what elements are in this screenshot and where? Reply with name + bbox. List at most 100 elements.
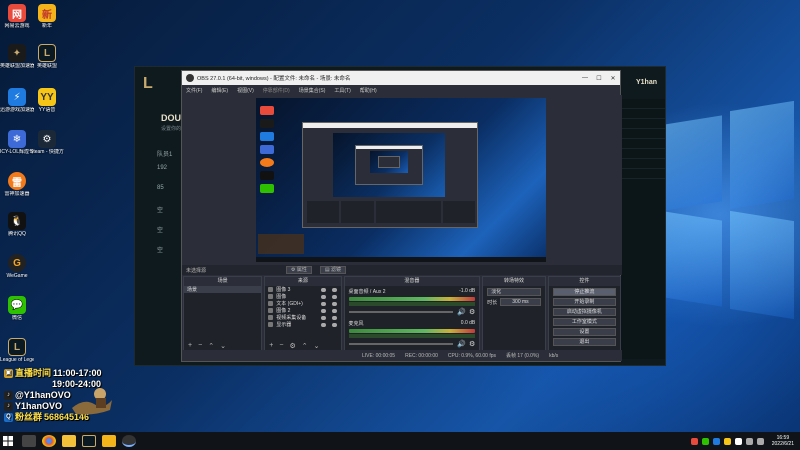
settings-button[interactable]: 设置 (552, 328, 617, 336)
exit-button[interactable]: 退出 (552, 338, 617, 346)
scene-item[interactable]: 场景 (184, 286, 262, 293)
menu-help[interactable]: 帮助(H) (360, 87, 377, 94)
remove-icon[interactable]: − (279, 342, 283, 349)
clock[interactable]: 16:59 2022/6/21 (772, 435, 794, 447)
eye-icon[interactable] (320, 315, 326, 320)
wegame-icon: G (8, 254, 26, 272)
tray-app-icon[interactable] (723, 437, 731, 445)
desktop-icon-yy[interactable]: YY YY语音 (30, 88, 64, 113)
obs-window[interactable]: OBS 27.0.1 (64-bit, windows) - 配置文件: 未命名… (181, 70, 622, 362)
lock-icon[interactable] (331, 287, 337, 292)
mixer-track: 桌面音频 / Aux 2 -1.0 dB 🔊 ⚙ (348, 288, 476, 316)
desktop-icon-leishen[interactable]: 雷 雷神加速器 (0, 172, 34, 197)
desktop-icon-league[interactable]: L League of Legends (0, 338, 34, 363)
menu-file[interactable]: 文件(F) (186, 87, 202, 94)
obs-source-toolbar: 未选择源 ⚙ 属性 ▤ 滤镜 (182, 265, 622, 275)
studio-mode-button[interactable]: 工作室模式 (552, 318, 617, 326)
gear-icon[interactable]: ⚙ (289, 342, 295, 350)
file-explorer-icon[interactable] (62, 435, 76, 447)
taskview-icon[interactable] (22, 435, 36, 447)
minimize-icon[interactable]: — (578, 75, 592, 82)
source-item[interactable]: 文本 (GDI+) (265, 300, 340, 307)
speaker-icon[interactable]: 🔊 (457, 340, 466, 348)
tray-app-icon[interactable] (734, 437, 742, 445)
desktop-icon-wechat[interactable]: 💬 微信 (0, 296, 34, 321)
volume-slider[interactable] (348, 311, 454, 313)
tray-app-icon[interactable] (701, 437, 709, 445)
bitrate: kb/s (549, 352, 559, 359)
speaker-icon[interactable]: 🔊 (457, 308, 466, 316)
obs-preview-area[interactable] (182, 95, 622, 265)
tiktok-icon: ♪ (4, 402, 13, 411)
eye-icon[interactable] (320, 322, 326, 327)
menu-scene-collection[interactable]: 场景集合(S) (299, 87, 326, 94)
schedule-time-1: 11:00-17:00 (53, 368, 102, 378)
start-recording-button[interactable]: 开始录制 (552, 298, 617, 306)
transition-select[interactable]: 淡化 (487, 288, 541, 296)
lock-icon[interactable] (331, 294, 337, 299)
desktop-icon-lol-accelerator[interactable]: ✦ 英雄联盟加速器 (0, 44, 34, 69)
audio-meter (348, 297, 476, 301)
down-icon[interactable]: ⌄ (314, 342, 320, 350)
add-icon[interactable]: + (269, 342, 273, 349)
filters-button[interactable]: ▤ 滤镜 (319, 266, 347, 274)
eye-icon[interactable] (320, 294, 326, 299)
eye-icon[interactable] (320, 308, 326, 313)
volume-icon[interactable] (756, 437, 764, 445)
lock-icon[interactable] (331, 322, 337, 327)
obs-taskbar-icon[interactable] (122, 435, 136, 447)
league-of-legends-icon[interactable] (82, 435, 96, 447)
properties-button[interactable]: ⚙ 属性 (286, 266, 312, 274)
source-item[interactable]: 显示器 (265, 321, 340, 328)
desktop-icon-new-year[interactable]: 新 新年 (30, 4, 64, 29)
obs-title-bar[interactable]: OBS 27.0.1 (64-bit, windows) - 配置文件: 未命名… (182, 71, 620, 85)
desktop-icon-icy-lol[interactable]: ❄ ICY-LOL辉煌专用版 (0, 130, 34, 155)
close-icon[interactable]: ✕ (606, 75, 620, 82)
lock-icon[interactable] (331, 315, 337, 320)
add-icon[interactable]: + (188, 342, 192, 349)
desktop-icon-wegame[interactable]: G WeGame (0, 254, 34, 279)
transitions-header: 转场特效 (483, 277, 545, 286)
duration-input[interactable]: 300 ms (500, 298, 541, 306)
gear-icon[interactable]: ⚙ (469, 308, 475, 316)
source-item[interactable]: 图像 3 (265, 286, 340, 293)
obs-docks: 场景 场景 + − ⌃ ⌄ 来源 图像 3 图像 文本 (GDI+) 图像 2 视频… (182, 276, 622, 351)
desktop-icon-xunyou[interactable]: ⚡ 迅游游戏加速器 (0, 88, 34, 113)
up-icon[interactable]: ⌃ (302, 342, 308, 350)
new-year-badge-icon[interactable] (102, 435, 116, 447)
start-virtual-camera-button[interactable]: 启动虚拟摄像机 (552, 308, 617, 316)
up-icon[interactable]: ⌃ (208, 342, 214, 350)
source-item[interactable]: 图像 (265, 293, 340, 300)
gear-icon[interactable]: ⚙ (469, 340, 475, 348)
remove-icon[interactable]: − (198, 342, 202, 349)
desktop-icon-steam[interactable]: ⚙ Steam - 快捷方式 (30, 130, 64, 155)
volume-slider[interactable] (348, 343, 454, 345)
desktop-icon-netease[interactable]: 网 网易云游戏 (0, 4, 34, 29)
lol-friends-panel[interactable] (619, 99, 665, 359)
menu-tools[interactable]: 工具(T) (334, 87, 350, 94)
lol-username[interactable]: Y1han (636, 79, 657, 86)
obs-preview-canvas[interactable] (256, 98, 546, 262)
source-item[interactable]: 图像 2 (265, 307, 340, 314)
eye-icon[interactable] (320, 301, 326, 306)
desktop-icon-qq[interactable]: 🐧 腾讯QQ (0, 212, 34, 237)
new-year-badge-icon: 新 (38, 4, 56, 22)
stop-streaming-button[interactable]: 停止推流 (552, 288, 617, 296)
tray-app-icon[interactable] (712, 437, 720, 445)
menu-view[interactable]: 视图(V) (237, 87, 254, 94)
menu-edit[interactable]: 编辑(E) (211, 87, 228, 94)
desktop-icon-lol[interactable]: L 英雄联盟 (30, 44, 64, 69)
lock-icon[interactable] (331, 308, 337, 313)
maximize-icon[interactable]: ☐ (592, 75, 606, 82)
network-icon[interactable] (745, 437, 753, 445)
down-icon[interactable]: ⌄ (220, 342, 226, 350)
tray-app-icon[interactable] (690, 437, 698, 445)
chrome-icon[interactable] (42, 435, 56, 447)
tiktok-handle: Y1hanOVO (15, 401, 63, 411)
lock-icon[interactable] (331, 301, 337, 306)
source-item[interactable]: 视频采集设备 (265, 314, 340, 321)
mixer-dock: 混音器 桌面音频 / Aux 2-1.0 dB 🔊 ⚙ 麦克风0.0 dB (343, 276, 481, 351)
menu-docks[interactable]: 停靠部件(D) (263, 87, 290, 94)
eye-icon[interactable] (320, 287, 326, 292)
start-button[interactable] (0, 432, 16, 450)
